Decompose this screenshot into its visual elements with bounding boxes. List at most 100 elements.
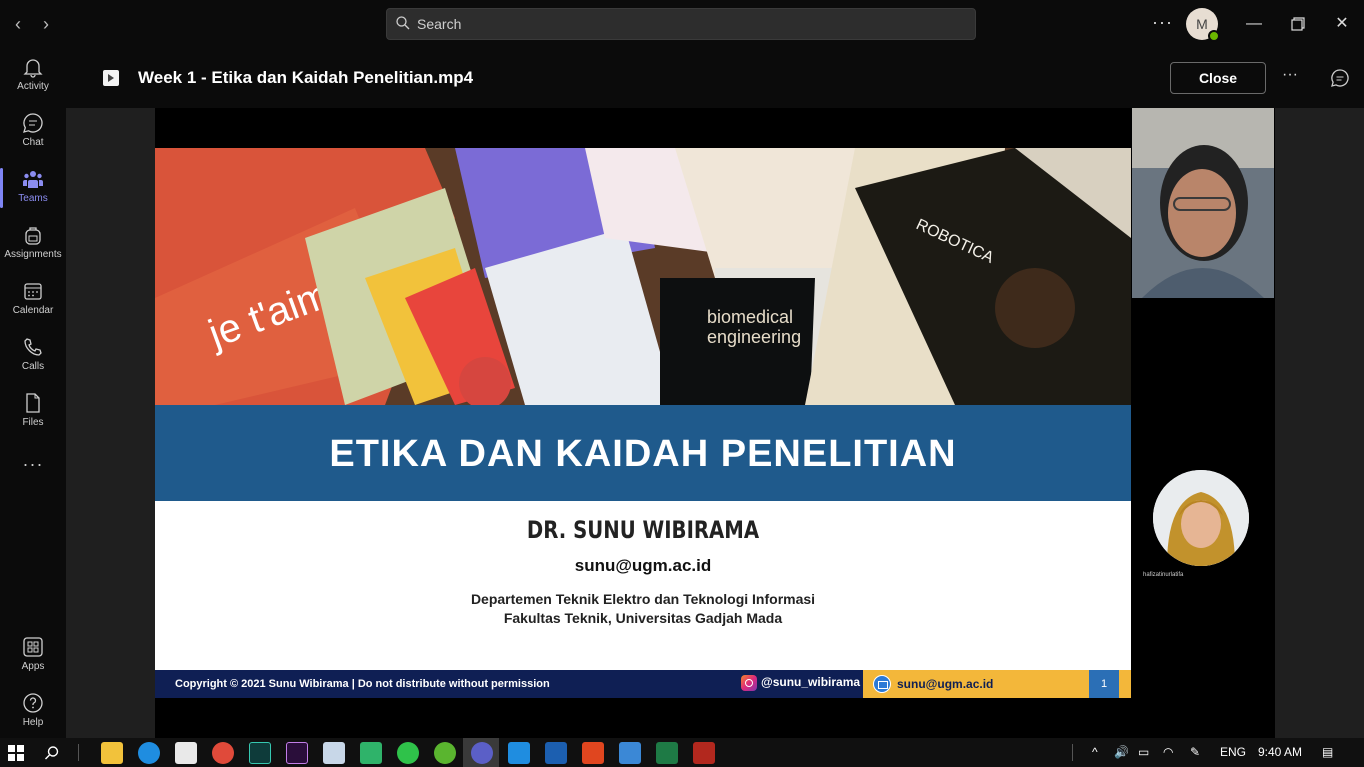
tray-expand-icon[interactable]: ^ bbox=[1092, 745, 1098, 759]
edge-icon[interactable] bbox=[138, 742, 160, 764]
file-explorer-icon[interactable] bbox=[101, 742, 123, 764]
chat-icon bbox=[23, 113, 43, 133]
avatar-initial: M bbox=[1196, 16, 1208, 32]
presenter-camera bbox=[1132, 108, 1274, 298]
restore-icon[interactable] bbox=[1286, 12, 1310, 36]
rail-item-teams[interactable]: Teams bbox=[0, 160, 66, 216]
clock[interactable]: 9:40 AM bbox=[1258, 745, 1302, 759]
app-icon[interactable] bbox=[693, 742, 715, 764]
participant-name: hafizatinurlatifa bbox=[1143, 572, 1184, 578]
rail-item-apps[interactable]: Apps bbox=[0, 628, 66, 684]
close-button[interactable]: Close bbox=[1170, 62, 1266, 94]
mail-icon bbox=[873, 675, 891, 693]
battery-icon[interactable]: ▭ bbox=[1138, 745, 1149, 759]
file-title: Week 1 - Etika dan Kaidah Penelitian.mp4 bbox=[138, 68, 474, 87]
video-file-icon bbox=[103, 70, 119, 86]
rail-item-label: Apps bbox=[21, 661, 45, 672]
footer-end-block bbox=[1119, 670, 1131, 698]
rail-item-calendar[interactable]: Calendar bbox=[0, 272, 66, 328]
instagram-icon bbox=[741, 675, 757, 691]
phone-icon bbox=[24, 338, 42, 356]
banner-image: je t'aime biomedical engineering ROBOTIC… bbox=[155, 148, 1131, 405]
notepad-icon[interactable] bbox=[323, 742, 345, 764]
search-icon bbox=[396, 16, 410, 30]
rail-item-label: Files bbox=[22, 417, 44, 428]
apps-icon bbox=[23, 637, 43, 657]
rail-item-label: Assignments bbox=[4, 249, 62, 260]
slide-author: DR. SUNU WIBIRAMA bbox=[526, 516, 760, 544]
rail-item-help[interactable]: Help bbox=[0, 684, 66, 740]
excel-icon[interactable] bbox=[656, 742, 678, 764]
forward-arrow-icon[interactable]: › bbox=[36, 14, 56, 34]
line-icon[interactable] bbox=[397, 742, 419, 764]
calendar-icon bbox=[24, 283, 42, 300]
participant-avatar bbox=[1153, 470, 1249, 566]
tray-divider bbox=[1072, 744, 1073, 761]
close-window-icon[interactable]: ✕ bbox=[1330, 12, 1354, 36]
app-rail: Activity Chat Teams Assignments Calendar… bbox=[0, 48, 66, 738]
presence-available-icon bbox=[1208, 30, 1220, 42]
teams-taskbar-icon[interactable] bbox=[471, 742, 493, 764]
windows-start-icon[interactable] bbox=[8, 745, 24, 761]
rail-item-label: Activity bbox=[17, 81, 49, 92]
rail-item-calls[interactable]: Calls bbox=[0, 328, 66, 384]
volume-icon[interactable]: 🔊 bbox=[1114, 745, 1129, 759]
rail-item-label: Calendar bbox=[12, 305, 54, 316]
title-bar: ‹ › Search ··· M — ✕ bbox=[0, 0, 1364, 48]
store-icon[interactable] bbox=[175, 742, 197, 764]
footer-page-number: 1 bbox=[1089, 670, 1119, 698]
chrome-icon[interactable] bbox=[212, 742, 234, 764]
vscode-icon[interactable] bbox=[508, 742, 530, 764]
rail-item-label: Chat bbox=[22, 137, 44, 148]
notifications-icon[interactable]: ▤ bbox=[1322, 745, 1333, 759]
pen-icon[interactable]: ✎ bbox=[1190, 745, 1200, 759]
teams-icon bbox=[23, 171, 43, 188]
taskbar-search-icon[interactable] bbox=[44, 745, 60, 761]
file-icon bbox=[26, 393, 40, 413]
back-arrow-icon[interactable]: ‹ bbox=[8, 14, 28, 34]
help-icon bbox=[23, 693, 43, 713]
audition-icon[interactable] bbox=[249, 742, 271, 764]
rail-item-activity[interactable]: Activity bbox=[0, 48, 66, 104]
settings-more-button[interactable]: ··· bbox=[1152, 12, 1173, 33]
rail-item-chat[interactable]: Chat bbox=[0, 104, 66, 160]
slide-footer: Copyright © 2021 Sunu Wibirama | Do not … bbox=[155, 670, 1131, 698]
search-placeholder: Search bbox=[417, 16, 462, 32]
language-indicator[interactable]: ENG bbox=[1220, 745, 1246, 759]
svg-text:biomedical: biomedical bbox=[707, 307, 793, 327]
footer-instagram-handle: @sunu_wibirama bbox=[761, 675, 861, 690]
footer-copyright: Copyright © 2021 Sunu Wibirama | Do not … bbox=[175, 678, 550, 690]
rail-item-label: Help bbox=[22, 717, 44, 728]
conversation-icon[interactable] bbox=[1330, 68, 1350, 88]
presentation-slide: je t'aime biomedical engineering ROBOTIC… bbox=[155, 148, 1131, 698]
slide-faculty-line: Fakultas Teknik, Universitas Gadjah Mada bbox=[503, 610, 783, 626]
slide-email: sunu@ugm.ac.id bbox=[574, 556, 712, 575]
rail-item-label: Teams bbox=[18, 193, 48, 204]
footer-email: sunu@ugm.ac.id bbox=[897, 677, 994, 691]
more-options-button[interactable]: ··· bbox=[1282, 66, 1298, 84]
search-input[interactable]: Search bbox=[386, 8, 976, 40]
rail-item-assignments[interactable]: Assignments bbox=[0, 216, 66, 272]
taskbar-divider bbox=[78, 744, 79, 761]
backpack-icon bbox=[25, 227, 41, 245]
slide-dept-line: Departemen Teknik Elektro dan Teknologi … bbox=[470, 591, 816, 607]
footer-email-box: sunu@ugm.ac.id bbox=[863, 670, 1089, 698]
photos-icon[interactable] bbox=[619, 742, 641, 764]
rail-item-label: Calls bbox=[21, 361, 45, 372]
slide-affiliation: Departemen Teknik Elektro dan Teknologi … bbox=[155, 590, 1131, 628]
wifi-icon[interactable]: ◠ bbox=[1163, 745, 1173, 759]
file-viewer: Week 1 - Etika dan Kaidah Penelitian.mp4… bbox=[66, 48, 1364, 738]
more-apps-button[interactable]: ··· bbox=[0, 454, 66, 475]
windows-taskbar: ^ 🔊 ▭ ◠ ✎ ENG 9:40 AM ▤ bbox=[0, 738, 1364, 767]
video-player[interactable]: je t'aime biomedical engineering ROBOTIC… bbox=[155, 108, 1275, 738]
svg-text:engineering: engineering bbox=[707, 327, 801, 347]
rail-item-files[interactable]: Files bbox=[0, 384, 66, 440]
mail-app-icon[interactable] bbox=[545, 742, 567, 764]
player-icon[interactable] bbox=[360, 742, 382, 764]
minimize-icon[interactable]: — bbox=[1242, 12, 1266, 36]
avatar[interactable]: M bbox=[1186, 8, 1220, 42]
slide-title: ETIKA DAN KAIDAH PENELITIAN bbox=[329, 433, 957, 475]
utorrent-icon[interactable] bbox=[434, 742, 456, 764]
acrobat-icon[interactable] bbox=[582, 742, 604, 764]
premiere-icon[interactable] bbox=[286, 742, 308, 764]
